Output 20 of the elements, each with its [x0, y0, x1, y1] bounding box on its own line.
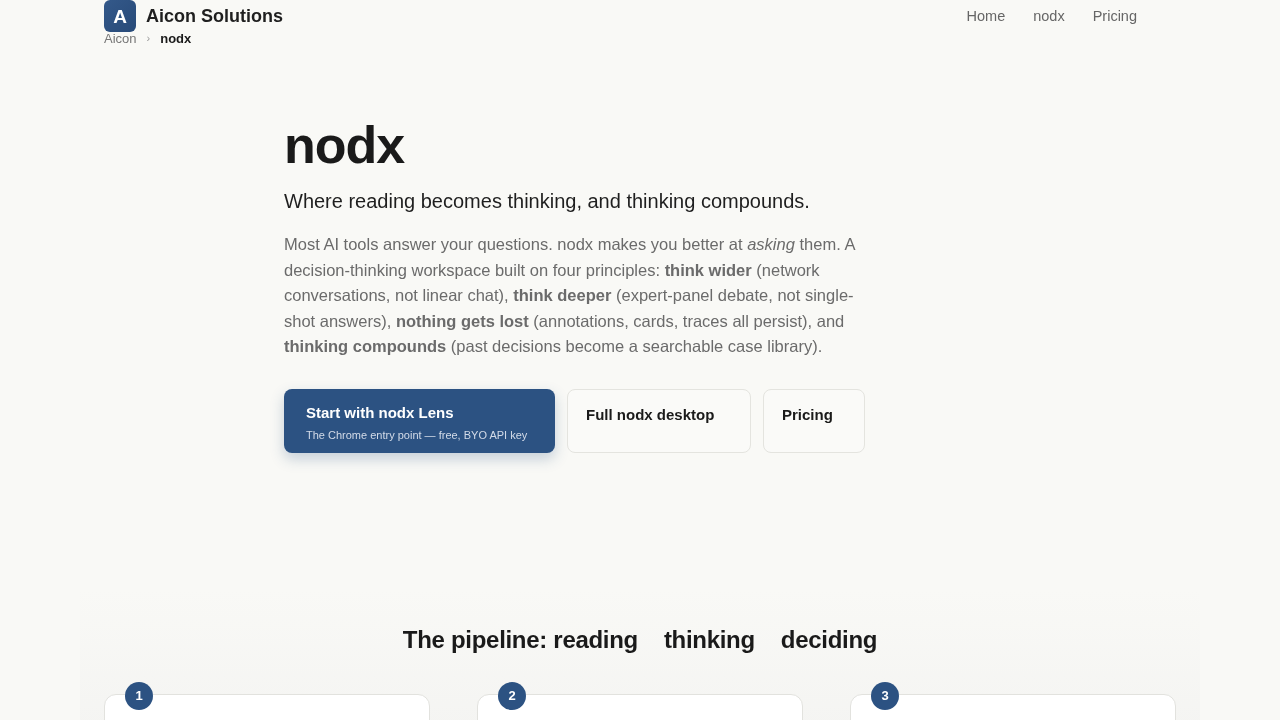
- description-paragraph: Most AI tools answer your questions. nodx makes you better at asking them. A decision-thinking workspace built on four principles: think wider (network conversations, not linear chat), think deeper (expert-panel debate, not single-shot answers), nothing gets lost (annotations, cards, traces all persist), and thinking compounds (past decisions become a searchable case library).: [284, 234, 856, 358]
- breadcrumb-link[interactable]: nodx: [160, 31, 192, 45]
- breadcrumb-separator: ›: [146, 32, 151, 44]
- breadcrumb-link[interactable]: Aicon: [104, 31, 137, 45]
- step-number-badge: 2: [498, 681, 526, 710]
- page-title: nodx: [284, 116, 406, 174]
- section-heading: The pipeline: reading: [402, 624, 638, 655]
- primary-action-button[interactable]: Start with nodx Lens The Chrome entry point — free, BYO API key: [284, 388, 555, 453]
- step-number-badge: 3: [871, 681, 899, 710]
- step-number-badge: 1: [125, 681, 153, 710]
- brand-name: Aicon Solutions: [146, 5, 283, 28]
- section-heading: thinking: [663, 624, 755, 655]
- section-heading: deciding: [780, 624, 878, 655]
- nav-link[interactable]: nodx: [1033, 6, 1065, 26]
- secondary-action-button[interactable]: Pricing: [763, 388, 865, 453]
- logo[interactable]: A: [104, 0, 136, 32]
- secondary-action-button[interactable]: Full nodx desktop: [567, 388, 751, 453]
- tagline: Where reading becomes thinking, and thinking compounds.: [284, 189, 811, 214]
- nav-link[interactable]: Home: [966, 6, 1006, 26]
- nav-link[interactable]: Pricing: [1092, 6, 1137, 26]
